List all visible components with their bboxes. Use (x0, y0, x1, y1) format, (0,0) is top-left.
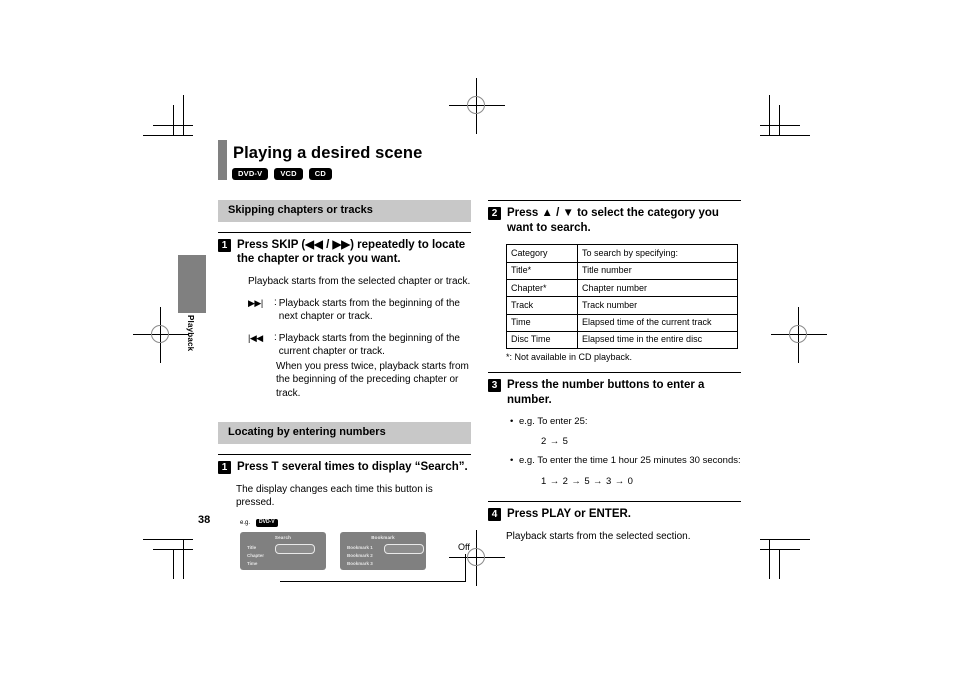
skip-forward-icon: ▶▶| (248, 297, 263, 308)
step-instruction: Press PLAY or ENTER. (507, 508, 631, 521)
crop-mark-top-right (760, 95, 810, 145)
section1-rule (218, 231, 471, 233)
section-heading-skipping: Skipping chapters or tracks (218, 200, 471, 222)
section-heading-locating: Locating by entering numbers (218, 422, 471, 444)
table-row: Track Track number (506, 296, 738, 315)
chapter-tab-label: Playback (186, 315, 195, 352)
example-disc-badge: DVD-V (256, 518, 278, 527)
step-instruction: Press SKIP (◀◀ / ▶▶) repeatedly to locat… (237, 238, 466, 266)
step-number-badge: 1 (218, 460, 231, 474)
skip-intro-text: Playback starts from the selected chapte… (248, 276, 471, 288)
osd-item-bookmark-2: Bookmark 2 (347, 552, 373, 558)
right-column: 2 Press ▲ / ▼ to select the category you… (488, 200, 741, 544)
osd-item-bookmark-1: Bookmark 1 (347, 544, 373, 550)
osd-bookmark-items: Bookmark 1 Bookmark 2 Bookmark 3 (347, 544, 373, 569)
example-bullet-1: • e.g. To enter 25: (510, 416, 741, 429)
step2-rule (488, 200, 741, 201)
locate-body-text: The display changes each time this butto… (236, 483, 433, 509)
table-cell-description: Elapsed time of the current track (577, 313, 738, 332)
osd-search-items: Title Chapter Time (247, 544, 264, 569)
title-accent-bar (218, 140, 227, 180)
osd-example-figure: e.g. DVD-V Search Title Chapter Time Boo… (240, 518, 471, 582)
disc-badge-dvdv: DVD-V (232, 168, 269, 180)
table-cell-description: Title number (577, 261, 738, 281)
category-table: Category To search by specifying: Title*… (506, 244, 738, 350)
step-number-badge: 1 (218, 238, 231, 252)
osd-search-title: Search (274, 534, 292, 540)
osd-bookmark-panel: Bookmark Bookmark 1 Bookmark 2 Bookmark … (340, 531, 426, 570)
page-title: Playing a desired scene (233, 144, 423, 162)
osd-search-panel: Search Title Chapter Time (240, 531, 326, 570)
table-cell-category: Disc Time (506, 330, 578, 350)
table-cell-description: Elapsed time in the entire disc (577, 330, 738, 350)
bullet-marker: • (510, 415, 514, 427)
bullet-text: e.g. To enter the time 1 hour 25 minutes… (519, 455, 741, 467)
step-instruction: Press the number buttons to enter a numb… (507, 379, 705, 406)
table-cell-category: Chapter* (506, 279, 578, 298)
step-number-badge: 4 (488, 508, 501, 522)
step4-rule (488, 501, 741, 503)
crop-mark-bottom-left (143, 530, 193, 580)
step-skip-1: 1 Press SKIP (◀◀ / ▶▶) repeatedly to loc… (218, 238, 471, 267)
table-header-category: Category (506, 244, 578, 263)
registration-mark-left (133, 307, 189, 363)
osd-leader-horizontal (280, 580, 466, 582)
manual-page: Playing a desired scene DVD-V VCD CD Pla… (0, 0, 954, 675)
bullet-text: e.g. To enter 25: (519, 415, 588, 427)
example-label: e.g. (240, 519, 251, 526)
table-row: Disc Time Elapsed time in the entire dis… (506, 330, 738, 350)
table-cell-description: Track number (577, 296, 738, 315)
table-header-row: Category To search by specifying: (506, 244, 738, 263)
example-bullet-2: • e.g. To enter the time 1 hour 25 minut… (510, 455, 741, 468)
step3-rule (488, 372, 741, 374)
table-row: Time Elapsed time of the current track (506, 313, 738, 332)
step-search-2: 2 Press ▲ / ▼ to select the category you… (488, 206, 741, 235)
disc-type-badges: DVD-V VCD CD (232, 168, 333, 180)
step-play-enter-4: 4 Press PLAY or ENTER. (488, 507, 741, 522)
step-number-badge: 3 (488, 379, 501, 393)
skip-forward-description: Playback starts from the beginning of th… (278, 297, 460, 323)
osd-bookmark-input-field (384, 543, 424, 554)
osd-item-title: Title (247, 544, 257, 550)
table-cell-category: Time (506, 313, 578, 332)
registration-mark-right (771, 307, 827, 363)
disc-badge-cd: CD (308, 168, 333, 180)
left-column: Skipping chapters or tracks 1 Press SKIP… (218, 200, 471, 582)
skip-definition-next: ▶▶| : Playback starts from the beginning… (248, 297, 471, 324)
registration-mark-top (449, 78, 505, 134)
disc-badge-vcd: VCD (274, 168, 303, 180)
example-sequence-1: 2 → 5 (541, 436, 569, 448)
step-enter-number-3: 3 Press the number buttons to enter a nu… (488, 378, 741, 407)
osd-item-bookmark-3: Bookmark 3 (347, 561, 373, 567)
section2-rule (218, 453, 471, 455)
crop-mark-top-left (143, 95, 193, 145)
step-instruction: Press T several times to display “Search… (237, 460, 468, 473)
table-cell-description: Chapter number (577, 279, 738, 298)
table-row: Title* Title number (506, 261, 738, 281)
osd-item-time: Time (247, 561, 258, 567)
page-number: 38 (198, 514, 211, 526)
step-instruction: Press ▲ / ▼ to select the category you w… (507, 207, 719, 234)
table-cell-category: Title* (506, 261, 578, 281)
skip-back-icon: |◀◀ (248, 332, 263, 343)
skip-definition-current: |◀◀ : Playback starts from the beginning… (248, 332, 471, 359)
step-number-badge: 2 (488, 207, 501, 220)
osd-leader-vertical (465, 553, 466, 582)
step4-body-text: Playback starts from the selected sectio… (506, 531, 691, 542)
table-header-specify: To search by specifying: (577, 244, 738, 263)
category-table-footnote: *: Not available in CD playback. (506, 352, 633, 363)
table-cell-category: Track (506, 296, 578, 315)
osd-item-chapter: Chapter (247, 552, 265, 558)
osd-bookmark-title: Bookmark (371, 534, 395, 540)
bullet-marker: • (510, 455, 514, 467)
crop-mark-bottom-right (760, 530, 810, 580)
example-sequence-2: 1 → 2 → 5 → 3 → 0 (541, 476, 634, 488)
chapter-tab-block (178, 255, 206, 313)
osd-off-label: Off (458, 541, 470, 552)
osd-search-input-field (275, 543, 315, 554)
step-locate-1: 1 Press T several times to display “Sear… (218, 460, 471, 475)
table-row: Chapter* Chapter number (506, 279, 738, 298)
skip-back-continuation: When you press twice, playback starts fr… (276, 360, 469, 399)
skip-back-description: Playback starts from the beginning of th… (278, 332, 460, 358)
